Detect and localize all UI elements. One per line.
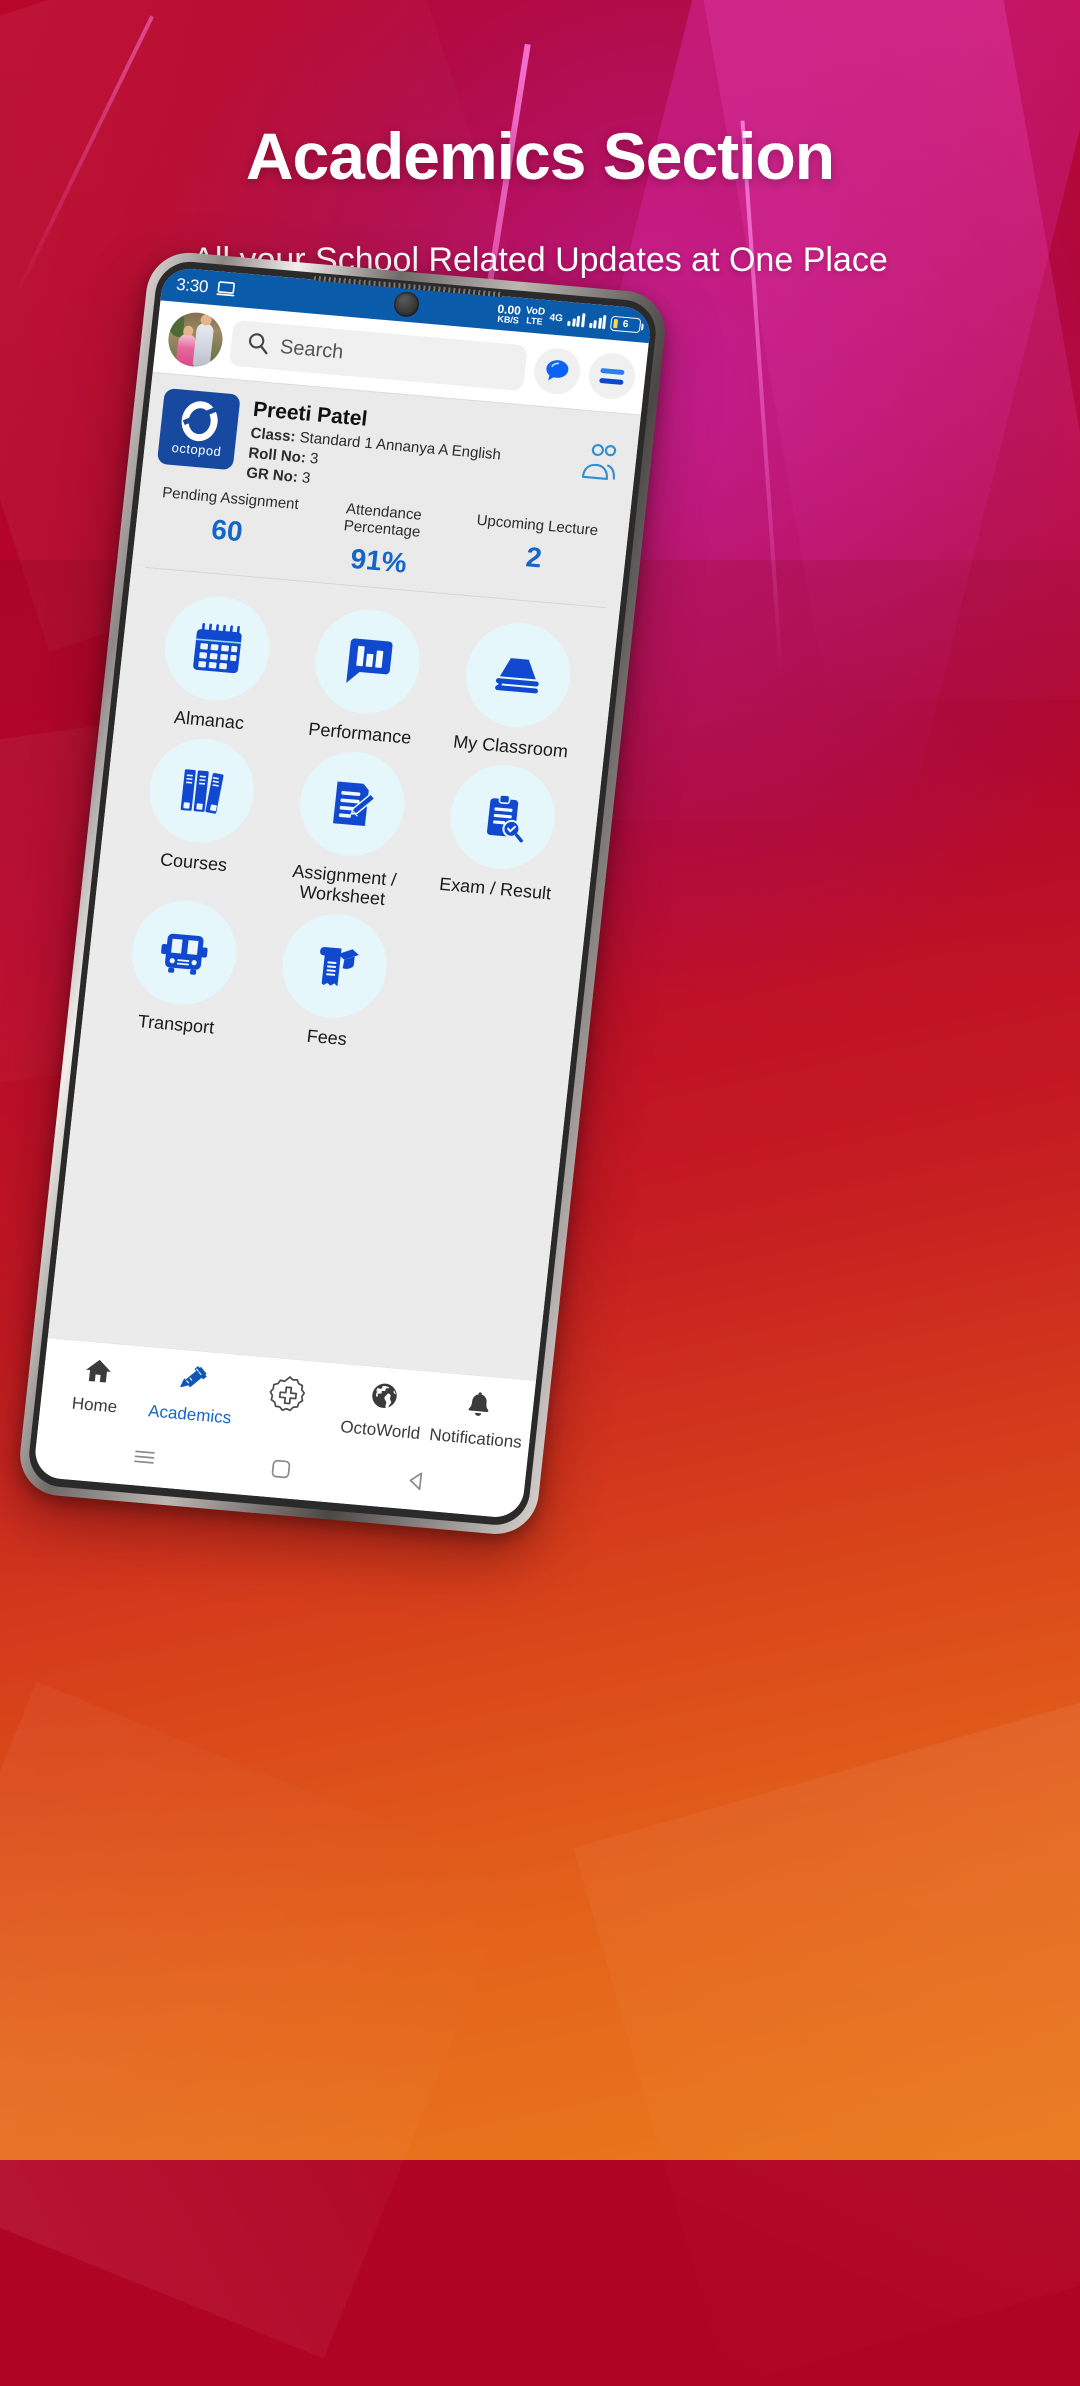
search-input[interactable]: Search bbox=[228, 319, 528, 392]
stat-value: 2 bbox=[524, 541, 544, 574]
search-placeholder: Search bbox=[279, 335, 345, 363]
nav-item-label: OctoWorld bbox=[339, 1416, 422, 1443]
grid-item-label: Performance bbox=[307, 718, 413, 748]
status-icons-group: 0.00 KB/S VoD LTE 4G 6 bbox=[496, 301, 642, 335]
nav-item-label: Home bbox=[71, 1393, 119, 1416]
grid-row: Courses Assignment / Worksheet Exam / Re… bbox=[115, 732, 584, 926]
menu-line bbox=[600, 367, 625, 375]
document-pencil-icon bbox=[294, 747, 410, 860]
stat-item[interactable]: Upcoming Lecture 2 bbox=[454, 510, 615, 597]
cast-screen-icon bbox=[216, 280, 238, 298]
volte-line2: LTE bbox=[525, 314, 544, 327]
signal-bars-icon bbox=[588, 314, 607, 330]
class-label: Class: bbox=[249, 424, 297, 446]
grid-item-label: Almanac bbox=[173, 707, 246, 734]
grid-item-almanac[interactable]: Almanac bbox=[133, 590, 298, 737]
books-stack-icon bbox=[461, 618, 576, 732]
grid-item-label: Transport bbox=[136, 1011, 216, 1038]
roll-label: Roll No: bbox=[247, 444, 307, 467]
bg-shard bbox=[0, 1681, 519, 2359]
nav-item-add[interactable] bbox=[237, 1370, 338, 1434]
menu-line bbox=[599, 377, 624, 385]
status-spacer bbox=[237, 290, 497, 313]
grid-item-label: My Classroom bbox=[452, 731, 570, 762]
recents-icon[interactable] bbox=[130, 1446, 159, 1473]
school-bus-icon bbox=[126, 896, 242, 1010]
hamburger-menu-icon[interactable] bbox=[586, 351, 638, 401]
avatar-person bbox=[192, 322, 215, 368]
grid-item-assignment-worksheet[interactable]: Assignment / Worksheet bbox=[266, 745, 434, 913]
grid-item-empty bbox=[401, 921, 566, 1068]
avatar[interactable] bbox=[165, 310, 226, 369]
profile-info: Preeti Patel Class: Standard 1 Annanya A… bbox=[245, 396, 567, 509]
chat-bubble-icon[interactable] bbox=[531, 346, 583, 397]
gr-value: 3 bbox=[301, 469, 312, 487]
data-rate-unit: KB/S bbox=[496, 313, 520, 326]
stat-label: Upcoming Lecture bbox=[475, 511, 599, 540]
grid-item-performance[interactable]: Performance bbox=[283, 603, 448, 750]
globe-icon bbox=[367, 1379, 401, 1416]
front-camera-punchhole bbox=[392, 290, 421, 318]
plus-badge-icon bbox=[262, 1372, 313, 1427]
bg-shard bbox=[573, 1693, 1080, 2386]
search-icon bbox=[246, 331, 271, 360]
stat-label: Attendance Percentage bbox=[342, 500, 423, 541]
stat-item[interactable]: Attendance Percentage 91% bbox=[300, 497, 461, 584]
bar-chart-bubble-icon bbox=[310, 605, 426, 718]
octopod-wordmark: octopod bbox=[170, 439, 223, 460]
academics-icon-grid: Almanac Performance My Classroom Courses… bbox=[47, 566, 620, 1380]
clipboard-search-icon bbox=[445, 760, 561, 873]
grid-item-label: Assignment / Worksheet bbox=[291, 860, 398, 910]
stat-label: Pending Assignment bbox=[161, 484, 300, 514]
grid-item-my-classroom[interactable]: My Classroom bbox=[434, 617, 599, 764]
signal-bars-icon bbox=[567, 312, 586, 328]
octopod-logo: octopod bbox=[156, 388, 241, 471]
bell-icon bbox=[462, 1387, 496, 1424]
volte-indicator: VoD LTE bbox=[524, 305, 545, 327]
battery-icon: 6 bbox=[609, 315, 642, 333]
battery-level: 6 bbox=[622, 318, 630, 330]
grid-item-fees[interactable]: Fees bbox=[250, 908, 415, 1055]
network-type-label: 4G bbox=[548, 311, 564, 324]
parents-group-icon[interactable] bbox=[575, 425, 625, 489]
grid-item-label: Courses bbox=[159, 849, 229, 875]
nav-item-label: Notifications bbox=[428, 1424, 523, 1452]
stat-value: 91% bbox=[349, 542, 409, 579]
status-time: 3:30 bbox=[175, 274, 210, 297]
stat-value: 60 bbox=[209, 513, 245, 548]
nav-item-label: Academics bbox=[147, 1400, 233, 1427]
octopod-ring bbox=[179, 399, 220, 443]
ruler-pencil-icon bbox=[175, 1361, 211, 1401]
gr-label: GR No: bbox=[245, 464, 299, 486]
grid-item-exam-result[interactable]: Exam / Result bbox=[416, 758, 584, 926]
nav-item-octoworld[interactable]: OctoWorld bbox=[332, 1376, 434, 1444]
grid-item-transport[interactable]: Transport bbox=[99, 894, 264, 1041]
data-rate-indicator: 0.00 KB/S bbox=[496, 301, 522, 326]
book-shelf-icon bbox=[144, 734, 259, 847]
roll-value: 3 bbox=[309, 449, 320, 468]
stat-item[interactable]: Pending Assignment 60 bbox=[147, 483, 308, 570]
nav-item-academics[interactable]: Academics bbox=[141, 1359, 243, 1429]
grid-item-courses[interactable]: Courses bbox=[115, 732, 283, 900]
grid-row: Transport Fees bbox=[99, 894, 566, 1067]
back-triangle-icon[interactable] bbox=[403, 1467, 430, 1498]
grid-item-label: Fees bbox=[305, 1025, 348, 1050]
home-square-icon[interactable] bbox=[267, 1456, 294, 1487]
nav-item-notifications[interactable]: Notifications bbox=[427, 1385, 529, 1453]
home-icon bbox=[81, 1354, 115, 1391]
grid-item-label: Exam / Result bbox=[438, 873, 553, 904]
nav-item-home[interactable]: Home bbox=[46, 1351, 148, 1419]
calendar-icon bbox=[159, 592, 275, 705]
promo-title: Academics Section bbox=[245, 119, 835, 193]
receipt-graduation-icon bbox=[277, 909, 393, 1023]
